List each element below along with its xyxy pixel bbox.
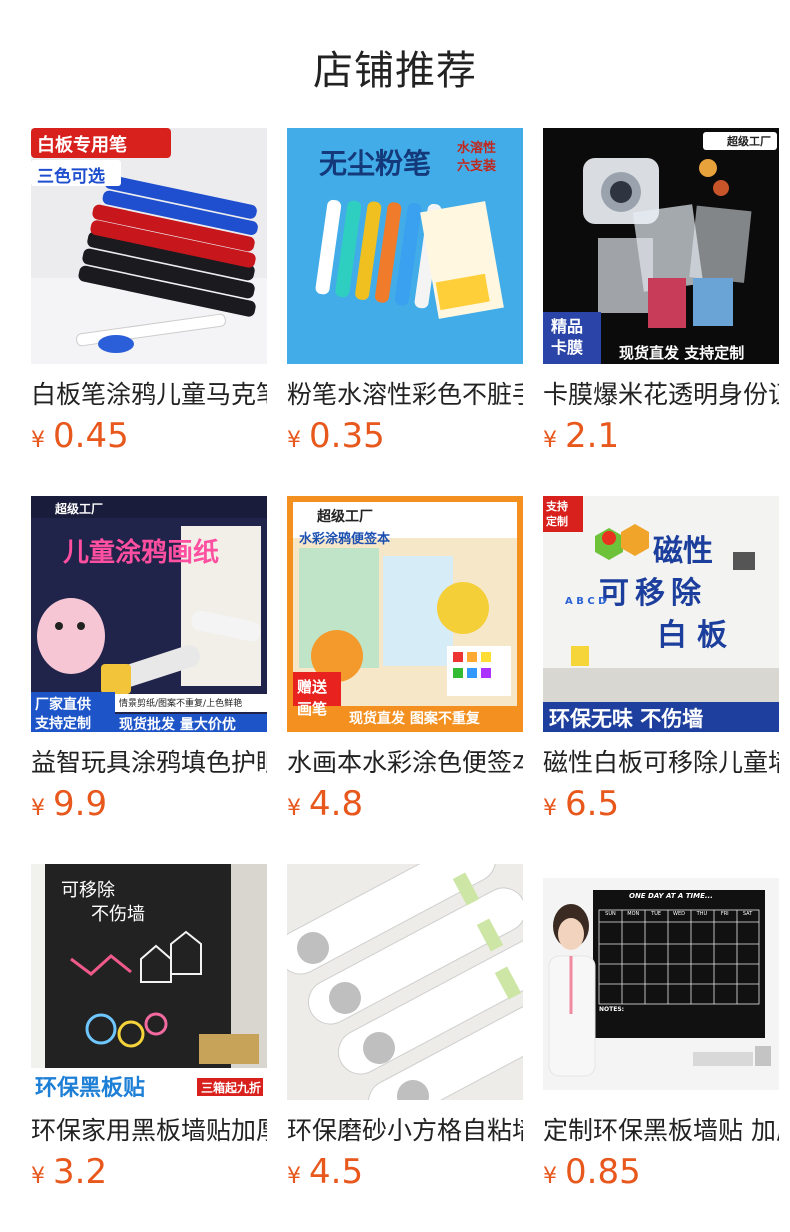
calendar-day: SAT bbox=[742, 911, 753, 917]
product-image-coloring-paper[interactable]: 超级工厂 儿童涂鸦画纸 厂家直供 支持定制 情景剪纸/图案不重复/上色鲜艳 现货… bbox=[31, 496, 267, 732]
calendar-day: MON bbox=[627, 911, 640, 917]
calendar-day: THU bbox=[696, 911, 708, 917]
image-banner-label: 三色可选 bbox=[37, 167, 105, 187]
image-subtitle: 水彩涂鸦便签本 bbox=[299, 532, 391, 547]
calendar-day: WED bbox=[673, 911, 685, 917]
currency-symbol: ¥ bbox=[31, 1164, 45, 1189]
product-name[interactable]: 定制环保黑板墙贴 加厚 bbox=[543, 1114, 779, 1148]
brand-logo-text: 超级工厂 bbox=[317, 509, 373, 525]
product-grid: 白板专用笔 三色可选 白板笔涂鸦儿童马克笔 ¥0.45 无尘粉笔 水溶性 六支装… bbox=[31, 128, 779, 1232]
product-card[interactable]: ONE DAY AT A TIME... NOTES: SUN MON TUE … bbox=[543, 864, 779, 1192]
product-price: ¥4.8 bbox=[287, 784, 523, 824]
store-recommendation-page: 店铺推荐 白板专用笔 三色可选 白板笔涂鸦儿童马克笔 ¥ 0.45 无尘粉笔 水… bbox=[0, 0, 790, 1232]
product-price: ¥3.2 bbox=[31, 1152, 267, 1192]
price-value: 0.45 bbox=[53, 416, 129, 456]
image-letters: A B C D bbox=[565, 596, 607, 607]
frosted-grid-roll-illustration bbox=[287, 864, 523, 1100]
product-price: ¥2.1 bbox=[543, 416, 779, 456]
product-name[interactable]: 益智玩具涂鸦填色护眼 bbox=[31, 746, 267, 780]
product-card[interactable]: 超级工厂 精品 卡膜 现货直发 支持定制 卡膜爆米花透明身份证 ¥2.1 bbox=[543, 128, 779, 456]
currency-symbol: ¥ bbox=[287, 796, 301, 821]
calendar-notes-label: NOTES: bbox=[599, 1006, 625, 1013]
image-bottom-label: 环保黑板贴 bbox=[35, 1076, 146, 1100]
image-bottom-label: 环保无味 不伤墙 bbox=[549, 707, 704, 731]
product-row: 白板专用笔 三色可选 白板笔涂鸦儿童马克笔 ¥0.45 无尘粉笔 水溶性 六支装… bbox=[31, 128, 779, 496]
currency-symbol: ¥ bbox=[31, 796, 45, 821]
image-title: 可移除 bbox=[599, 576, 707, 611]
product-image-dustless-chalk[interactable]: 无尘粉笔 水溶性 六支装 bbox=[287, 128, 523, 364]
product-image-frosted-grid-roll[interactable] bbox=[287, 864, 523, 1100]
product-name[interactable]: 水画本水彩涂色便签本 bbox=[287, 746, 523, 780]
image-corner-label: 精品 卡膜 bbox=[551, 317, 584, 357]
product-card[interactable]: 超级工厂 儿童涂鸦画纸 厂家直供 支持定制 情景剪纸/图案不重复/上色鲜艳 现货… bbox=[31, 496, 267, 824]
product-image-card-film[interactable]: 超级工厂 精品 卡膜 现货直发 支持定制 bbox=[543, 128, 779, 364]
calendar-day: SUN bbox=[605, 911, 616, 917]
calendar-day: FRI bbox=[720, 911, 729, 917]
calendar-day: TUE bbox=[651, 911, 662, 917]
product-image-whiteboard-markers[interactable]: 白板专用笔 三色可选 bbox=[31, 128, 267, 364]
image-corner-label: 支持 定制 bbox=[546, 500, 568, 528]
calendar-header: ONE DAY AT A TIME... bbox=[629, 892, 713, 900]
price-value: 4.5 bbox=[309, 1152, 364, 1192]
product-price: ¥0.35 bbox=[287, 416, 523, 456]
product-card[interactable]: 环保磨砂小方格自粘墙贴 ¥4.5 bbox=[287, 864, 523, 1192]
image-promo-label: 三箱起九折 bbox=[201, 1081, 262, 1095]
product-name[interactable]: 粉笔水溶性彩色不脏手 bbox=[287, 378, 523, 412]
product-card[interactable]: 支持 定制 磁性 可移除 白板 A B C D 环保无味 不伤墙 磁性白板可移除… bbox=[543, 496, 779, 824]
image-banner-label: 厂家直供 bbox=[35, 697, 91, 713]
product-image-calendar-blackboard[interactable]: ONE DAY AT A TIME... NOTES: SUN MON TUE … bbox=[543, 864, 779, 1100]
currency-symbol: ¥ bbox=[287, 428, 301, 453]
product-name[interactable]: 磁性白板可移除儿童墙贴 bbox=[543, 746, 779, 780]
product-price: ¥0.85 bbox=[543, 1152, 779, 1192]
image-bottom-label: 现货直发 图案不重复 bbox=[349, 711, 480, 727]
product-name[interactable]: 卡膜爆米花透明身份证 bbox=[543, 378, 779, 412]
product-price: ¥6.5 bbox=[543, 784, 779, 824]
image-title: 不伤墙 bbox=[91, 904, 145, 925]
price-value: 0.35 bbox=[309, 416, 385, 456]
image-banner-label: 支持定制 bbox=[35, 716, 91, 732]
product-card[interactable]: 超级工厂 水彩涂鸦便签本 赠送 画笔 现货直发 图案不重复 水画本水彩涂色便签本… bbox=[287, 496, 523, 824]
image-banner-label: 白板专用笔 bbox=[37, 135, 127, 156]
price-value: 4.8 bbox=[309, 784, 364, 824]
currency-symbol: ¥ bbox=[31, 428, 45, 453]
image-tag: 水溶性 六支装 bbox=[457, 141, 497, 174]
image-banner-label: 现货批发 量大价优 bbox=[119, 717, 236, 732]
price-value: 6.5 bbox=[565, 784, 620, 824]
image-title: 儿童涂鸦画纸 bbox=[63, 538, 220, 568]
image-title: 可移除 bbox=[61, 880, 115, 901]
product-image-magnetic-whiteboard[interactable]: 支持 定制 磁性 可移除 白板 A B C D 环保无味 不伤墙 bbox=[543, 496, 779, 732]
price-value: 3.2 bbox=[53, 1152, 108, 1192]
product-row: 超级工厂 儿童涂鸦画纸 厂家直供 支持定制 情景剪纸/图案不重复/上色鲜艳 现货… bbox=[31, 496, 779, 864]
brand-logo-text: 超级工厂 bbox=[727, 135, 771, 148]
currency-symbol: ¥ bbox=[543, 796, 557, 821]
price-value: 0.85 bbox=[565, 1152, 641, 1192]
currency-symbol: ¥ bbox=[287, 1164, 301, 1189]
product-price: ¥4.5 bbox=[287, 1152, 523, 1192]
image-banner-label: 情景剪纸/图案不重复/上色鲜艳 bbox=[119, 699, 243, 709]
price-value: 9.9 bbox=[53, 784, 108, 824]
product-row: 可移除 不伤墙 环保黑板贴 三箱起九折 环保家用黑板墙贴加厚 ¥3.2 环保磨砂… bbox=[31, 864, 779, 1232]
image-gift-label: 赠送 画笔 bbox=[297, 678, 328, 718]
image-title: 白板 bbox=[657, 618, 737, 653]
currency-symbol: ¥ bbox=[543, 428, 557, 453]
product-card[interactable]: 白板专用笔 三色可选 白板笔涂鸦儿童马克笔 ¥0.45 bbox=[31, 128, 267, 456]
price-value: 2.1 bbox=[565, 416, 620, 456]
image-title: 磁性 bbox=[653, 534, 713, 569]
calendar-day-labels: SUN MON TUE WED THU FRI SAT bbox=[599, 911, 759, 917]
currency-symbol: ¥ bbox=[543, 1164, 557, 1189]
product-card[interactable]: 无尘粉笔 水溶性 六支装 粉笔水溶性彩色不脏手 ¥0.35 bbox=[287, 128, 523, 456]
product-image-watercolor-notebook[interactable]: 超级工厂 水彩涂鸦便签本 赠送 画笔 现货直发 图案不重复 bbox=[287, 496, 523, 732]
image-title: 无尘粉笔 bbox=[319, 147, 432, 180]
brand-logo-text: 超级工厂 bbox=[55, 502, 104, 516]
product-name[interactable]: 白板笔涂鸦儿童马克笔 bbox=[31, 378, 267, 412]
product-card[interactable]: 可移除 不伤墙 环保黑板贴 三箱起九折 环保家用黑板墙贴加厚 ¥3.2 bbox=[31, 864, 267, 1192]
product-image-blackboard-sticker[interactable]: 可移除 不伤墙 环保黑板贴 三箱起九折 bbox=[31, 864, 267, 1100]
image-bottom-label: 现货直发 支持定制 bbox=[619, 344, 745, 362]
product-name[interactable]: 环保家用黑板墙贴加厚 bbox=[31, 1114, 267, 1148]
product-price: ¥9.9 bbox=[31, 784, 267, 824]
page-title: 店铺推荐 bbox=[313, 48, 477, 94]
product-name[interactable]: 环保磨砂小方格自粘墙贴 bbox=[287, 1114, 523, 1148]
product-price: ¥0.45 bbox=[31, 416, 267, 456]
